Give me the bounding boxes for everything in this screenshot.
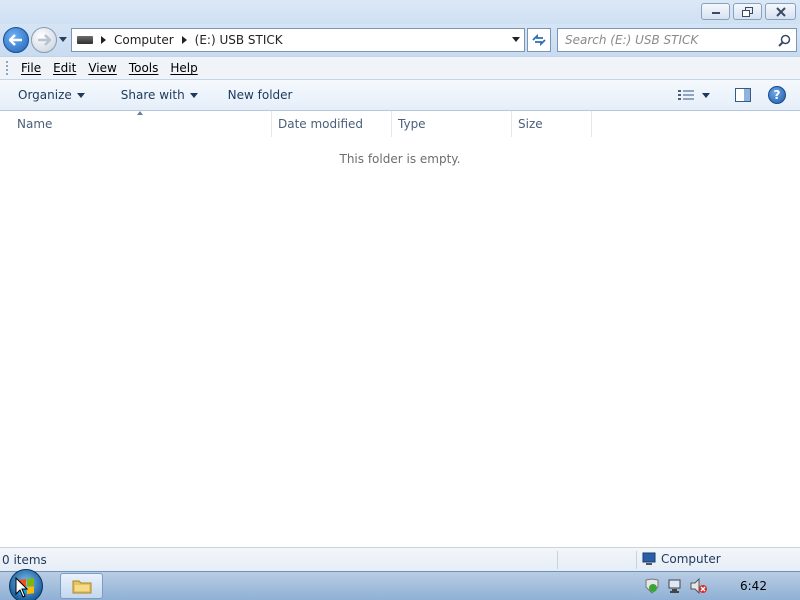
- search-box[interactable]: [557, 28, 797, 52]
- address-bar[interactable]: Computer (E:) USB STICK: [71, 28, 525, 52]
- column-header-date-modified[interactable]: Date modified: [272, 111, 392, 137]
- computer-icon: [642, 552, 656, 565]
- column-header-type[interactable]: Type: [392, 111, 512, 137]
- forward-arrow-icon: [38, 34, 51, 46]
- organize-button[interactable]: Organize: [0, 88, 95, 102]
- column-headers: Name Date modified Type Size: [0, 111, 800, 137]
- help-button[interactable]: ?: [768, 86, 786, 104]
- folder-icon: [72, 580, 91, 594]
- help-icon: ?: [773, 88, 781, 102]
- mouse-cursor-icon: [15, 577, 29, 598]
- breadcrumb-computer[interactable]: Computer: [114, 33, 174, 47]
- volume-muted-icon[interactable]: [690, 578, 708, 594]
- refresh-button[interactable]: [527, 28, 551, 52]
- menu-grip: [6, 61, 9, 75]
- back-button[interactable]: [3, 27, 29, 53]
- breadcrumb-usb-stick[interactable]: (E:) USB STICK: [195, 33, 283, 47]
- minimize-icon: [711, 11, 720, 14]
- preview-pane-button[interactable]: [734, 86, 752, 104]
- column-header-size[interactable]: Size: [512, 111, 592, 137]
- chevron-down-icon: [59, 37, 67, 42]
- new-folder-label: New folder: [227, 88, 293, 102]
- new-folder-button[interactable]: New folder: [208, 88, 303, 102]
- change-view-button[interactable]: [678, 85, 718, 105]
- menu-help[interactable]: Help: [164, 61, 203, 75]
- address-dropdown-icon[interactable]: [512, 37, 520, 42]
- share-with-label: Share with: [120, 88, 185, 102]
- refresh-icon: [532, 33, 546, 47]
- breadcrumb-separator-icon[interactable]: [101, 36, 106, 44]
- network-icon[interactable]: [667, 578, 683, 594]
- chevron-down-icon: [189, 92, 198, 98]
- minimize-button[interactable]: [701, 3, 730, 20]
- search-icon[interactable]: [778, 34, 791, 47]
- chevron-down-icon: [76, 92, 85, 98]
- navigation-bar: Computer (E:) USB STICK: [0, 24, 800, 56]
- close-button[interactable]: [765, 3, 796, 20]
- details-view-icon: [678, 90, 694, 100]
- chevron-down-icon[interactable]: [702, 92, 710, 98]
- recent-pages-dropdown[interactable]: [58, 34, 68, 46]
- item-count: 0 items: [2, 553, 47, 567]
- menu-edit[interactable]: Edit: [47, 61, 82, 75]
- title-bar: [0, 0, 800, 24]
- command-bar: Organize Share with New folder ?: [0, 80, 800, 111]
- status-divider: [636, 551, 637, 569]
- close-icon: [775, 6, 786, 17]
- system-tray: [644, 578, 715, 594]
- taskbar: 6:42: [0, 569, 800, 600]
- action-center-icon[interactable]: [644, 578, 660, 594]
- forward-button[interactable]: [31, 27, 57, 53]
- zone-label: Computer: [661, 552, 721, 566]
- preview-pane-icon: [735, 88, 751, 102]
- share-with-button[interactable]: Share with: [95, 88, 208, 102]
- back-arrow-icon: [9, 34, 22, 46]
- restore-button[interactable]: [733, 3, 762, 20]
- menu-view[interactable]: View: [82, 61, 122, 75]
- menu-file[interactable]: File: [15, 61, 47, 75]
- menu-tools[interactable]: Tools: [123, 61, 165, 75]
- empty-folder-message: This folder is empty.: [339, 152, 461, 166]
- menu-bar: File Edit View Tools Help: [0, 56, 800, 80]
- status-bar: 0 items Computer: [0, 547, 800, 571]
- search-input[interactable]: [565, 33, 775, 47]
- breadcrumb-separator-icon[interactable]: [181, 36, 187, 44]
- column-header-name[interactable]: Name: [11, 111, 272, 137]
- taskbar-explorer-button[interactable]: [60, 573, 103, 599]
- restore-icon: [741, 6, 753, 17]
- organize-label: Organize: [18, 88, 72, 102]
- clock[interactable]: 6:42: [740, 579, 767, 593]
- drive-icon: [77, 36, 93, 44]
- status-zone: Computer: [641, 552, 721, 566]
- view-controls: ?: [678, 85, 786, 105]
- status-divider: [557, 551, 558, 569]
